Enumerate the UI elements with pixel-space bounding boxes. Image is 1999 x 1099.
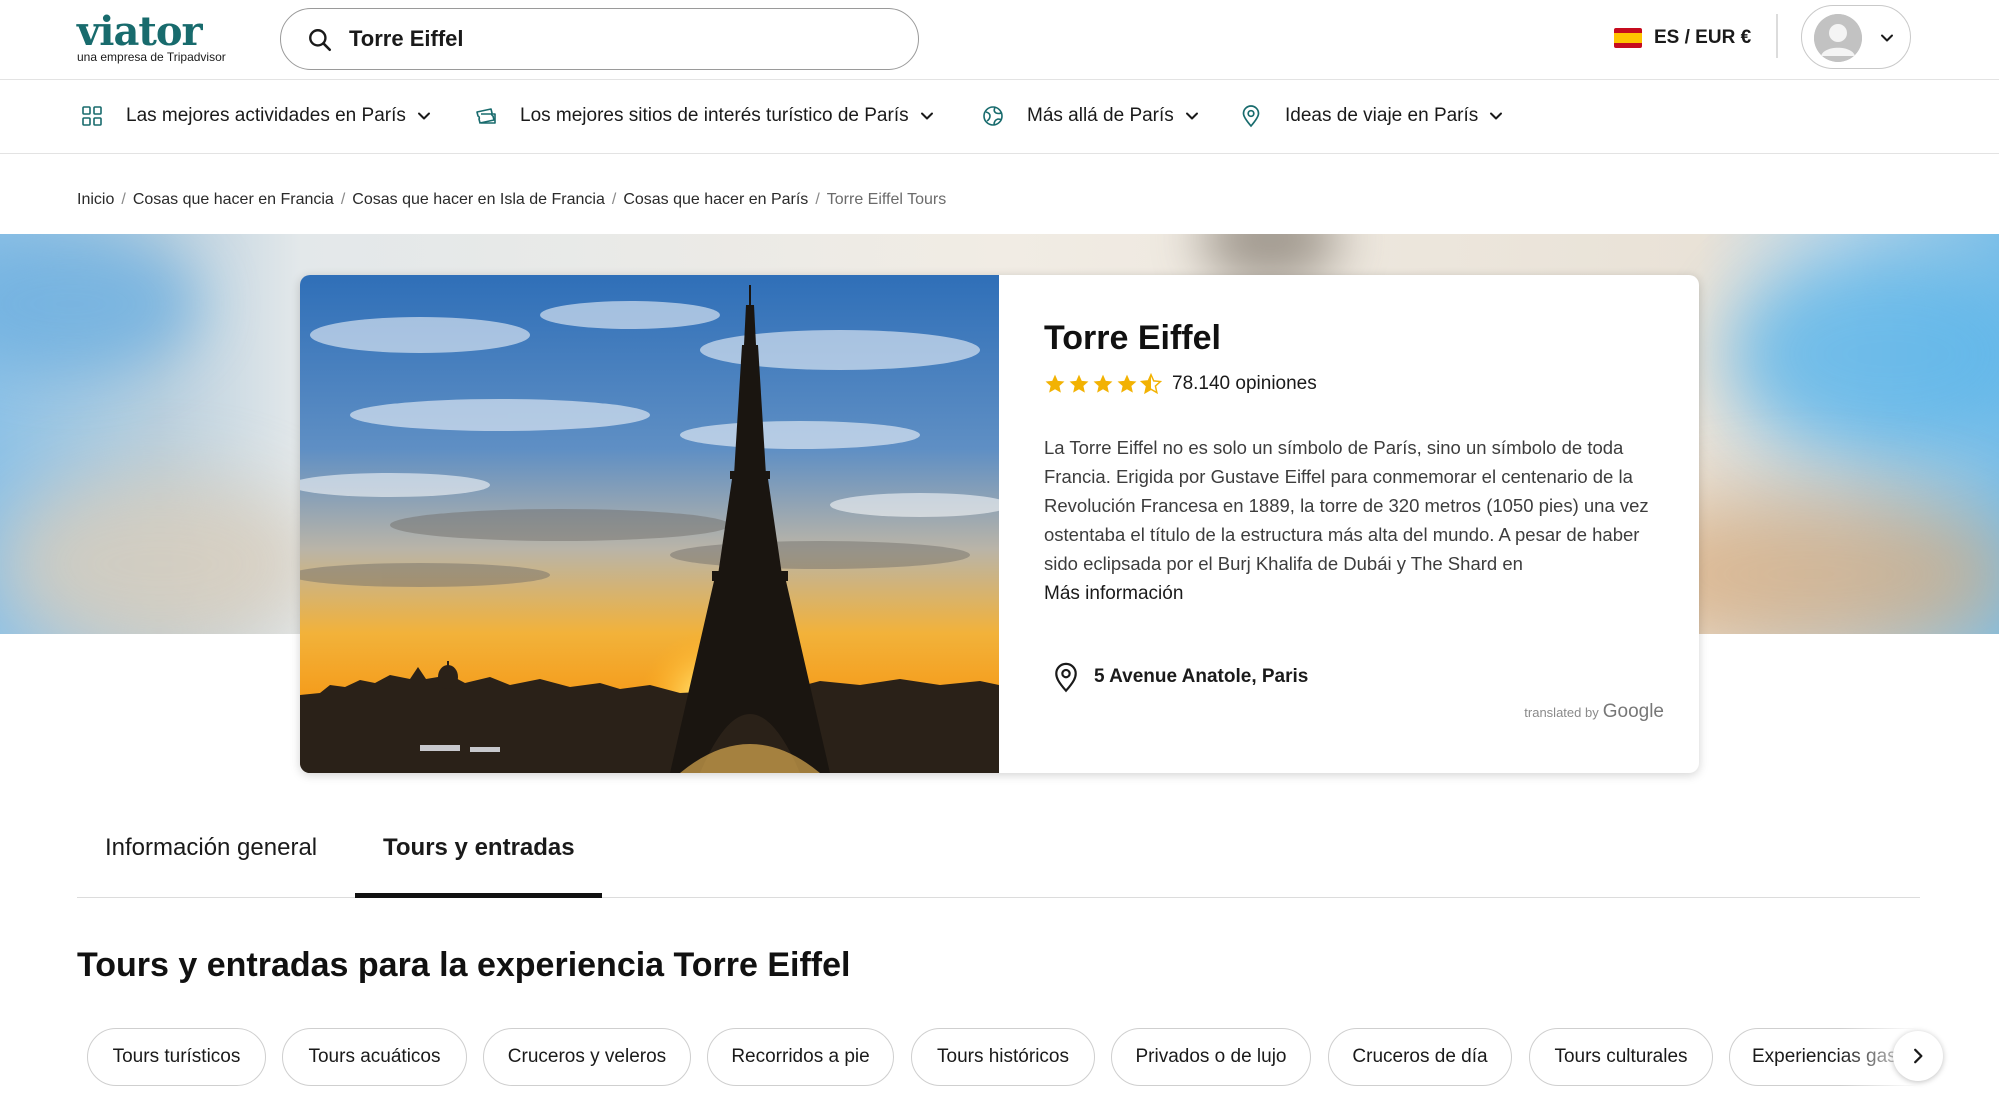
- star-icon: [1117, 374, 1137, 393]
- top-header: viator una empresa de Tripadvisor ES / E…: [0, 0, 1999, 80]
- nav-label: Ideas de viaje en París: [1285, 105, 1479, 126]
- map-pin-icon: [1242, 105, 1260, 128]
- breadcrumb-link[interactable]: Cosas que hacer en Isla de Francia: [352, 191, 605, 209]
- attraction-description: La Torre Eiffel no es solo un símbolo de…: [1044, 437, 1649, 574]
- chip-cruises-sailing[interactable]: Cruceros y veleros: [483, 1028, 691, 1086]
- locale-label: ES / EUR €: [1654, 27, 1752, 48]
- location-pin-icon: [1055, 662, 1077, 693]
- chips-next-button[interactable]: [1893, 1031, 1943, 1081]
- chip-historical-tours[interactable]: Tours históricos: [911, 1028, 1095, 1086]
- search-icon: [309, 29, 332, 52]
- chevron-down-icon: [417, 112, 430, 120]
- chip-private-luxury[interactable]: Privados o de lujo: [1111, 1028, 1311, 1086]
- nav-label: Las mejores actividades en París: [126, 105, 406, 126]
- header-divider: [1776, 14, 1778, 58]
- tab-tours-tickets[interactable]: Tours y entradas: [355, 806, 602, 898]
- breadcrumb-link[interactable]: Cosas que hacer en París: [623, 191, 808, 209]
- chip-water-tours[interactable]: Tours acuáticos: [282, 1028, 467, 1086]
- star-rating: [1044, 373, 1162, 395]
- attraction-title: Torre Eiffel: [1044, 319, 1221, 357]
- chevron-down-icon: [1185, 112, 1198, 120]
- breadcrumb-link[interactable]: Cosas que hacer en Francia: [133, 191, 334, 209]
- nav-trip-ideas[interactable]: Ideas de viaje en París: [1239, 98, 1504, 134]
- chip-day-cruises[interactable]: Cruceros de día: [1328, 1028, 1512, 1086]
- address-text: 5 Avenue Anatole, Paris: [1094, 666, 1309, 687]
- rating-summary[interactable]: 78.140 opiniones: [1044, 373, 1317, 395]
- chip-cultural-tours[interactable]: Tours culturales: [1529, 1028, 1713, 1086]
- chevron-down-icon: [1881, 34, 1893, 42]
- attraction-info: Torre Eiffel 78.140 opiniones La Torre E…: [1044, 275, 1664, 773]
- logo-wordmark: viator: [77, 8, 203, 55]
- eiffel-tower-photo[interactable]: [300, 275, 999, 773]
- category-chips: Tours turísticos Tours acuáticos Crucero…: [0, 1028, 1999, 1088]
- ticket-icon: [476, 108, 496, 124]
- attraction-address[interactable]: 5 Avenue Anatole, Paris: [1052, 661, 1308, 693]
- chevron-down-icon: [920, 112, 933, 120]
- google-brand: Google: [1602, 701, 1664, 722]
- star-icon: [1045, 374, 1065, 393]
- chip-walking-tours[interactable]: Recorridos a pie: [707, 1028, 894, 1086]
- star-icon: [1069, 374, 1089, 393]
- chevron-down-icon: [1490, 112, 1503, 120]
- more-info-link[interactable]: Más información: [1044, 583, 1183, 605]
- search-input[interactable]: [349, 23, 889, 55]
- breadcrumb-link[interactable]: Inicio: [77, 191, 114, 209]
- tab-general-info[interactable]: Información general: [77, 806, 355, 898]
- grid-icon: [82, 106, 102, 126]
- breadcrumb: Inicio / Cosas que hacer en Francia / Co…: [77, 191, 947, 209]
- attraction-hero-card: Torre Eiffel 78.140 opiniones La Torre E…: [300, 275, 1699, 773]
- star-icon: [1093, 374, 1113, 393]
- logo-subtitle: una empresa de Tripadvisor: [77, 50, 226, 64]
- nav-top-activities[interactable]: Las mejores actividades en París: [80, 98, 432, 134]
- user-avatar-icon: [1814, 14, 1862, 62]
- chip-sightseeing-tours[interactable]: Tours turísticos: [87, 1028, 266, 1086]
- nav-top-attractions[interactable]: Los mejores sitios de interés turístico …: [474, 98, 935, 134]
- nav-label: Los mejores sitios de interés turístico …: [520, 105, 909, 126]
- globe-icon: [983, 106, 1003, 126]
- translated-by-google: translated by Google: [1524, 701, 1664, 723]
- search-bar[interactable]: [280, 8, 919, 70]
- content-tabs: Información general Tours y entradas: [77, 806, 1920, 898]
- chevron-right-icon: [1914, 1048, 1923, 1064]
- half-star-icon: [1140, 373, 1162, 395]
- locale-currency-selector[interactable]: ES / EUR €: [1614, 22, 1751, 54]
- section-title: Tours y entradas para la experiencia Tor…: [77, 946, 851, 984]
- spain-flag-icon: [1614, 28, 1642, 48]
- review-count: 78.140 opiniones: [1172, 373, 1317, 394]
- nav-beyond-paris[interactable]: Más allá de París: [981, 98, 1200, 134]
- nav-label: Más allá de París: [1027, 105, 1174, 126]
- viator-logo[interactable]: viator una empresa de Tripadvisor: [77, 8, 237, 65]
- account-menu-button[interactable]: [1801, 5, 1911, 69]
- breadcrumb-current: Torre Eiffel Tours: [826, 191, 947, 208]
- translated-by-label: translated by: [1524, 705, 1599, 720]
- category-nav: Las mejores actividades en París Los mej…: [0, 80, 1999, 154]
